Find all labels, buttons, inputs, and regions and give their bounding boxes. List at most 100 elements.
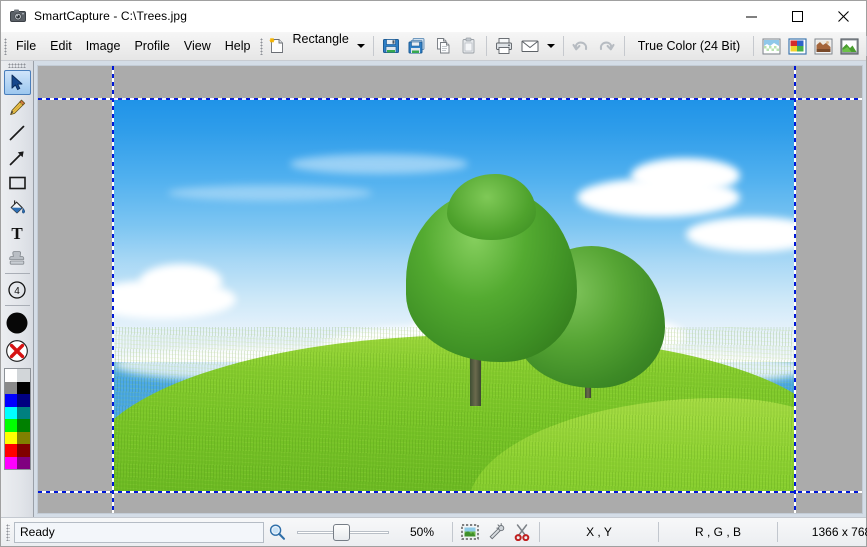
magnifier-icon[interactable] xyxy=(264,523,290,541)
tool-numbering[interactable]: 4 xyxy=(4,277,31,302)
guide-right[interactable] xyxy=(794,66,796,513)
pencil-icon xyxy=(8,98,27,117)
window-title: SmartCapture - C:\Trees.jpg xyxy=(34,9,187,23)
toolbar-divider-2 xyxy=(485,36,487,56)
menu-gripper[interactable] xyxy=(1,32,9,60)
chevron-down-icon xyxy=(546,44,555,48)
rubber-stamp-icon xyxy=(8,249,26,267)
rectangle-icon xyxy=(8,175,27,191)
tool-rectangle[interactable] xyxy=(4,170,31,195)
zoom-slider-thumb[interactable] xyxy=(333,524,350,541)
tool-brushsize[interactable] xyxy=(4,309,31,337)
maximize-button[interactable] xyxy=(774,1,820,32)
swatch-darkgreen[interactable] xyxy=(17,419,30,432)
rgb-display: R , G , B xyxy=(694,525,741,539)
swatch-white[interactable] xyxy=(4,369,17,382)
statusbar-divider-3 xyxy=(658,522,659,542)
toolbox-gripper[interactable] xyxy=(8,63,26,68)
menu-item-edit[interactable]: Edit xyxy=(43,32,79,60)
swatch-gray[interactable] xyxy=(4,381,17,394)
minimize-button[interactable] xyxy=(728,1,774,32)
tool-palette: T 4 xyxy=(1,61,34,517)
menu-toolbar-row: File Edit Image Profile View Help Rectan… xyxy=(1,32,867,61)
scissors-icon[interactable] xyxy=(509,523,535,541)
captured-image[interactable] xyxy=(113,99,795,492)
filled-circle-icon xyxy=(5,311,29,335)
tool-select[interactable] xyxy=(3,70,31,95)
capture-mode-label[interactable]: Rectangle xyxy=(289,32,352,60)
swatch-maroon[interactable] xyxy=(17,444,30,457)
toolbar-gripper[interactable] xyxy=(257,32,265,60)
work-area: T 4 xyxy=(1,61,866,517)
undo-button[interactable] xyxy=(568,32,594,60)
save-button[interactable] xyxy=(378,32,404,60)
redo-button[interactable] xyxy=(594,32,620,60)
tool-fill[interactable] xyxy=(4,195,31,220)
statusbar-divider-1 xyxy=(452,522,453,542)
swatch-teal[interactable] xyxy=(17,406,30,419)
menu-item-view[interactable]: View xyxy=(177,32,218,60)
new-capture-button[interactable] xyxy=(265,32,289,60)
swatch-olive[interactable] xyxy=(17,431,30,444)
effects-button[interactable] xyxy=(836,32,862,60)
marquee-select-icon[interactable] xyxy=(457,524,483,540)
smartcapture-window: SmartCapture - C:\Trees.jpg File Edit Im… xyxy=(0,0,867,547)
print-button[interactable] xyxy=(491,32,517,60)
sepia-button[interactable] xyxy=(810,32,836,60)
swatch-purple[interactable] xyxy=(17,456,30,469)
toolbar-divider-5 xyxy=(753,36,755,56)
title-bar: SmartCapture - C:\Trees.jpg xyxy=(1,1,866,32)
swatch-lightgray[interactable] xyxy=(17,369,30,382)
guide-top[interactable] xyxy=(38,98,862,100)
menu-bar: File Edit Image Profile View Help xyxy=(9,32,257,60)
transparency-button[interactable] xyxy=(758,32,784,60)
color-swatch-grid xyxy=(3,368,31,470)
swatch-yellow[interactable] xyxy=(4,431,17,444)
swatch-red[interactable] xyxy=(4,444,17,457)
swatch-green[interactable] xyxy=(4,419,17,432)
toolbar-divider-3 xyxy=(562,36,564,56)
svg-text:4: 4 xyxy=(14,286,20,297)
tool-stamp[interactable] xyxy=(4,245,31,270)
tool-nocolor[interactable] xyxy=(4,337,31,365)
statusbar-gripper[interactable] xyxy=(6,523,10,541)
menu-item-file[interactable]: File xyxy=(9,32,43,60)
save-as-button[interactable] xyxy=(404,32,430,60)
mail-button[interactable] xyxy=(517,32,543,60)
no-color-icon xyxy=(5,339,29,363)
camera-icon xyxy=(10,8,26,24)
magic-wand-icon[interactable] xyxy=(483,523,509,541)
swatch-cyan[interactable] xyxy=(4,406,17,419)
text-t-icon: T xyxy=(8,224,26,242)
close-button[interactable] xyxy=(820,1,866,32)
mail-dropdown-button[interactable] xyxy=(543,32,559,60)
zoom-slider[interactable] xyxy=(297,522,389,542)
color-adjust-button[interactable] xyxy=(784,32,810,60)
tool-pencil[interactable] xyxy=(4,95,31,120)
paint-bucket-icon xyxy=(8,198,27,217)
status-bar: Ready 50% X , Y R , G , B 1366 x 76 xyxy=(1,517,867,546)
guide-left[interactable] xyxy=(112,66,114,513)
tool-text[interactable]: T xyxy=(4,220,31,245)
swatch-black[interactable] xyxy=(17,381,30,394)
menu-item-profile[interactable]: Profile xyxy=(127,32,176,60)
swatch-blue[interactable] xyxy=(4,394,17,407)
copy-button[interactable] xyxy=(430,32,456,60)
menu-item-help[interactable]: Help xyxy=(218,32,258,60)
arrow-icon xyxy=(8,149,26,167)
guide-bottom[interactable] xyxy=(38,491,862,493)
dimensions-display: 1366 x 768 x 24 xyxy=(811,525,867,539)
image-canvas[interactable] xyxy=(37,65,863,514)
paste-button[interactable] xyxy=(456,32,482,60)
line-icon xyxy=(8,124,26,142)
menu-item-image[interactable]: Image xyxy=(79,32,128,60)
tool-line[interactable] xyxy=(4,120,31,145)
zoom-level: 50% xyxy=(409,525,435,539)
capture-mode-dropdown[interactable] xyxy=(353,32,369,60)
color-depth-label[interactable]: True Color (24 Bit) xyxy=(629,32,749,60)
toolbar-divider-4 xyxy=(623,36,625,56)
statusbar-divider-2 xyxy=(539,522,540,542)
swatch-navy[interactable] xyxy=(17,394,30,407)
swatch-magenta[interactable] xyxy=(4,456,17,469)
tool-arrow[interactable] xyxy=(4,145,31,170)
